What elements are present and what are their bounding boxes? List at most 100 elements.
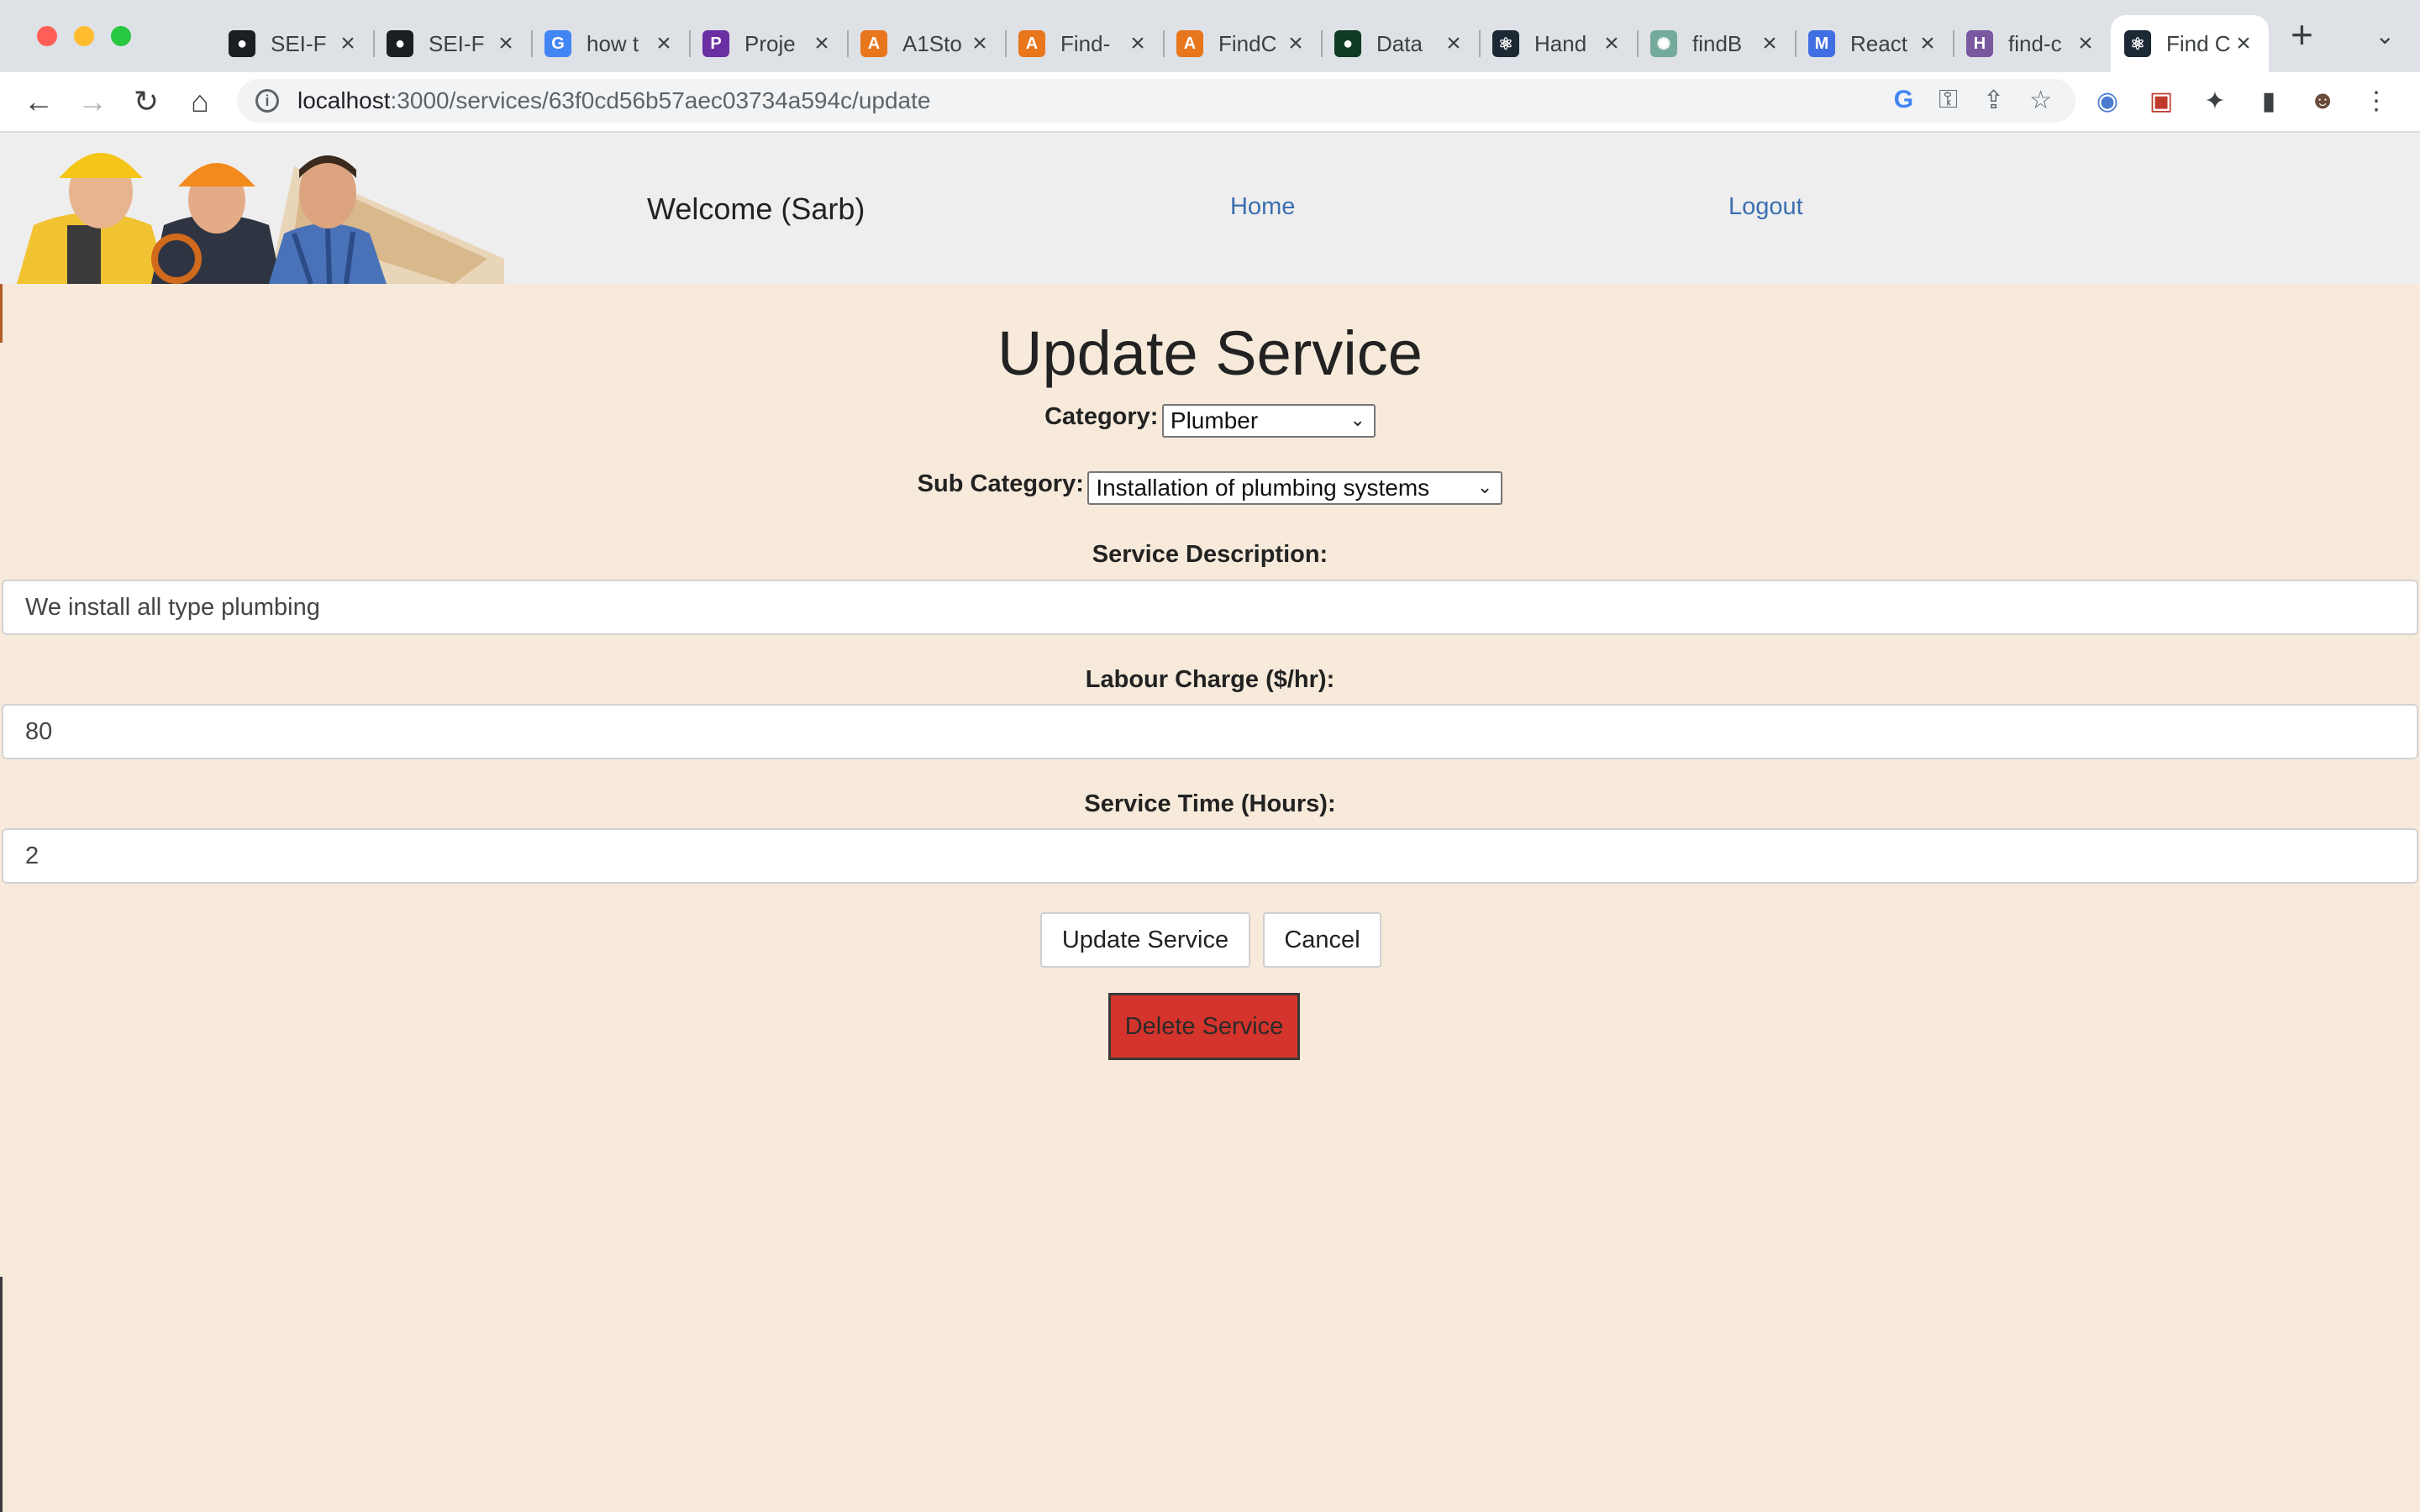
close-tab-icon[interactable]: × bbox=[1600, 29, 1623, 58]
tab-active[interactable]: ⚛ Find C × bbox=[2111, 15, 2269, 72]
mongodb-icon: ● bbox=[1334, 30, 1361, 57]
browser-tab[interactable]: ⚛ Hand × bbox=[1479, 15, 1637, 72]
back-arrow-icon[interactable]: ← bbox=[12, 84, 66, 119]
subcategory-selected-value: Installation of plumbing systems bbox=[1096, 474, 1430, 501]
close-tab-icon[interactable]: × bbox=[1758, 29, 1781, 58]
update-service-button[interactable]: Update Service bbox=[1040, 912, 1250, 968]
aws-amplify-icon: A bbox=[1018, 30, 1045, 57]
url-text[interactable]: localhost:3000/services/63f0cd56b57aec03… bbox=[297, 87, 930, 114]
browser-tab[interactable]: A Find- × bbox=[1005, 15, 1163, 72]
close-tab-icon[interactable]: × bbox=[1284, 29, 1307, 58]
tab-title: A1Sto bbox=[902, 30, 962, 56]
reload-icon[interactable]: ↻ bbox=[119, 84, 173, 119]
google-lens-icon[interactable]: G bbox=[1894, 86, 1913, 115]
service-time-input[interactable]: 2 bbox=[2, 828, 2418, 884]
category-select[interactable]: Plumber ⌄ bbox=[1161, 403, 1376, 438]
tab-title: find-c bbox=[2008, 30, 2062, 56]
service-time-label: Service Time (Hours): bbox=[1084, 790, 1336, 817]
browser-tab-strip: ● SEI-F × ● SEI-F × Ghow t × P Proje × A A1Sto × A Find… bbox=[0, 0, 2420, 72]
close-tab-icon[interactable]: × bbox=[968, 29, 992, 58]
extensions-area: ◉ ▣ ✦ ▮ ☻ ⋮ bbox=[2092, 86, 2391, 116]
aws-amplify-icon: A bbox=[860, 30, 887, 57]
tab-title: Data bbox=[1376, 30, 1423, 56]
close-tab-icon[interactable]: × bbox=[1126, 29, 1150, 58]
profile-avatar[interactable]: ☻ bbox=[2307, 86, 2338, 116]
page-title: Update Service bbox=[997, 318, 1423, 388]
chevron-down-icon: ⌄ bbox=[1349, 408, 1365, 430]
key-icon[interactable]: ⚿ bbox=[1939, 86, 1958, 115]
new-tab-button[interactable]: + bbox=[2291, 12, 2313, 57]
browser-tab[interactable]: ● Data × bbox=[1321, 15, 1479, 72]
tab-title: React bbox=[1850, 30, 1907, 56]
extension-circle-icon[interactable]: ◉ bbox=[2092, 86, 2123, 116]
delete-service-button[interactable]: Delete Service bbox=[1108, 993, 1300, 1060]
forward-arrow-icon[interactable]: → bbox=[66, 84, 119, 119]
heroku-icon: H bbox=[1966, 30, 1993, 57]
nav-logout-link[interactable]: Logout bbox=[1728, 193, 1803, 221]
minimize-window-button[interactable] bbox=[74, 26, 94, 46]
kebab-menu-icon[interactable]: ⋮ bbox=[2361, 86, 2391, 116]
extension-red-icon[interactable]: ▣ bbox=[2146, 86, 2176, 116]
browser-tab[interactable]: A FindC × bbox=[1163, 15, 1321, 72]
address-bar[interactable]: i localhost:3000/services/63f0cd56b57aec… bbox=[237, 79, 2075, 123]
browser-tab[interactable]: P Proje × bbox=[689, 15, 847, 72]
labour-label-row: Labour Charge ($/hr): bbox=[0, 666, 2420, 694]
page-edge-dark bbox=[0, 1277, 3, 1512]
site-info-icon[interactable]: i bbox=[255, 89, 279, 113]
project-icon: P bbox=[702, 30, 729, 57]
close-tab-icon[interactable]: × bbox=[2074, 29, 2097, 58]
close-tab-icon[interactable]: × bbox=[494, 29, 518, 58]
close-tab-icon[interactable]: × bbox=[652, 29, 676, 58]
browser-toolbar: ← → ↻ ⌂ i localhost:3000/services/63f0cd… bbox=[0, 72, 2420, 133]
site-header: Welcome (Sarb) Home Logout bbox=[0, 133, 2420, 284]
side-panel-icon[interactable]: ▮ bbox=[2254, 86, 2284, 116]
category-label: Category: bbox=[1044, 403, 1159, 430]
close-tab-icon[interactable]: × bbox=[1916, 29, 1939, 58]
browser-tab[interactable]: Ghow t × bbox=[531, 15, 689, 72]
close-tab-icon[interactable]: × bbox=[1442, 29, 1465, 58]
subcategory-label: Sub Category: bbox=[917, 470, 1084, 497]
tab-title: FindC bbox=[1218, 30, 1277, 56]
maximize-window-button[interactable] bbox=[111, 26, 131, 46]
welcome-message: Welcome (Sarb) bbox=[647, 192, 865, 226]
bookmark-star-icon[interactable]: ☆ bbox=[2029, 86, 2052, 115]
google-icon: G bbox=[544, 30, 571, 57]
browser-tab[interactable]: A A1Sto × bbox=[847, 15, 1005, 72]
tab-search-chevron-icon[interactable]: ⌄ bbox=[2375, 22, 2395, 50]
nav-home-link[interactable]: Home bbox=[1230, 193, 1295, 221]
labour-charge-input[interactable]: 80 bbox=[2, 704, 2418, 759]
browser-tab[interactable]: ● SEI-F × bbox=[373, 15, 531, 72]
time-label-row: Service Time (Hours): bbox=[0, 790, 2420, 818]
aws-amplify-icon: A bbox=[1176, 30, 1203, 57]
close-tab-icon[interactable]: × bbox=[2232, 29, 2255, 58]
category-row: Category: Plumber ⌄ bbox=[0, 403, 2420, 438]
tab-title: Find- bbox=[1060, 30, 1111, 56]
close-window-button[interactable] bbox=[37, 26, 57, 46]
service-description-input[interactable]: We install all type plumbing bbox=[2, 580, 2418, 635]
home-icon[interactable]: ⌂ bbox=[173, 84, 227, 119]
browser-tab[interactable]: Hfind-c × bbox=[1953, 15, 2111, 72]
address-bar-actions: G ⚿ ⇪ ☆ bbox=[1894, 86, 2052, 115]
close-tab-icon[interactable]: × bbox=[810, 29, 834, 58]
browser-tab[interactable]: ● SEI-F × bbox=[215, 15, 373, 72]
chatgpt-icon: ✺ bbox=[1650, 30, 1677, 57]
subcategory-row: Sub Category: Installation of plumbing s… bbox=[0, 470, 2420, 505]
share-icon[interactable]: ⇪ bbox=[1983, 86, 2004, 115]
github-icon: ● bbox=[229, 30, 255, 57]
url-host: localhost bbox=[297, 87, 391, 113]
tab-title: how t bbox=[587, 30, 639, 56]
puzzle-extensions-icon[interactable]: ✦ bbox=[2200, 86, 2230, 116]
tab-title: Proje bbox=[744, 30, 796, 56]
cancel-button[interactable]: Cancel bbox=[1263, 912, 1381, 968]
close-tab-icon[interactable]: × bbox=[336, 29, 360, 58]
chevron-down-icon: ⌄ bbox=[1476, 475, 1493, 497]
tab-list: ● SEI-F × ● SEI-F × Ghow t × P Proje × A A1Sto × A Find… bbox=[215, 15, 2269, 72]
description-label-row: Service Description: bbox=[0, 541, 2420, 569]
tab-title: Hand bbox=[1534, 30, 1587, 56]
browser-tab[interactable]: ✺ findB × bbox=[1637, 15, 1795, 72]
subcategory-select[interactable]: Installation of plumbing systems ⌄ bbox=[1087, 470, 1503, 505]
workers-hero-image bbox=[17, 153, 504, 284]
mui-icon: M bbox=[1808, 30, 1835, 57]
browser-tab[interactable]: M React × bbox=[1795, 15, 1953, 72]
window-controls bbox=[37, 26, 131, 46]
